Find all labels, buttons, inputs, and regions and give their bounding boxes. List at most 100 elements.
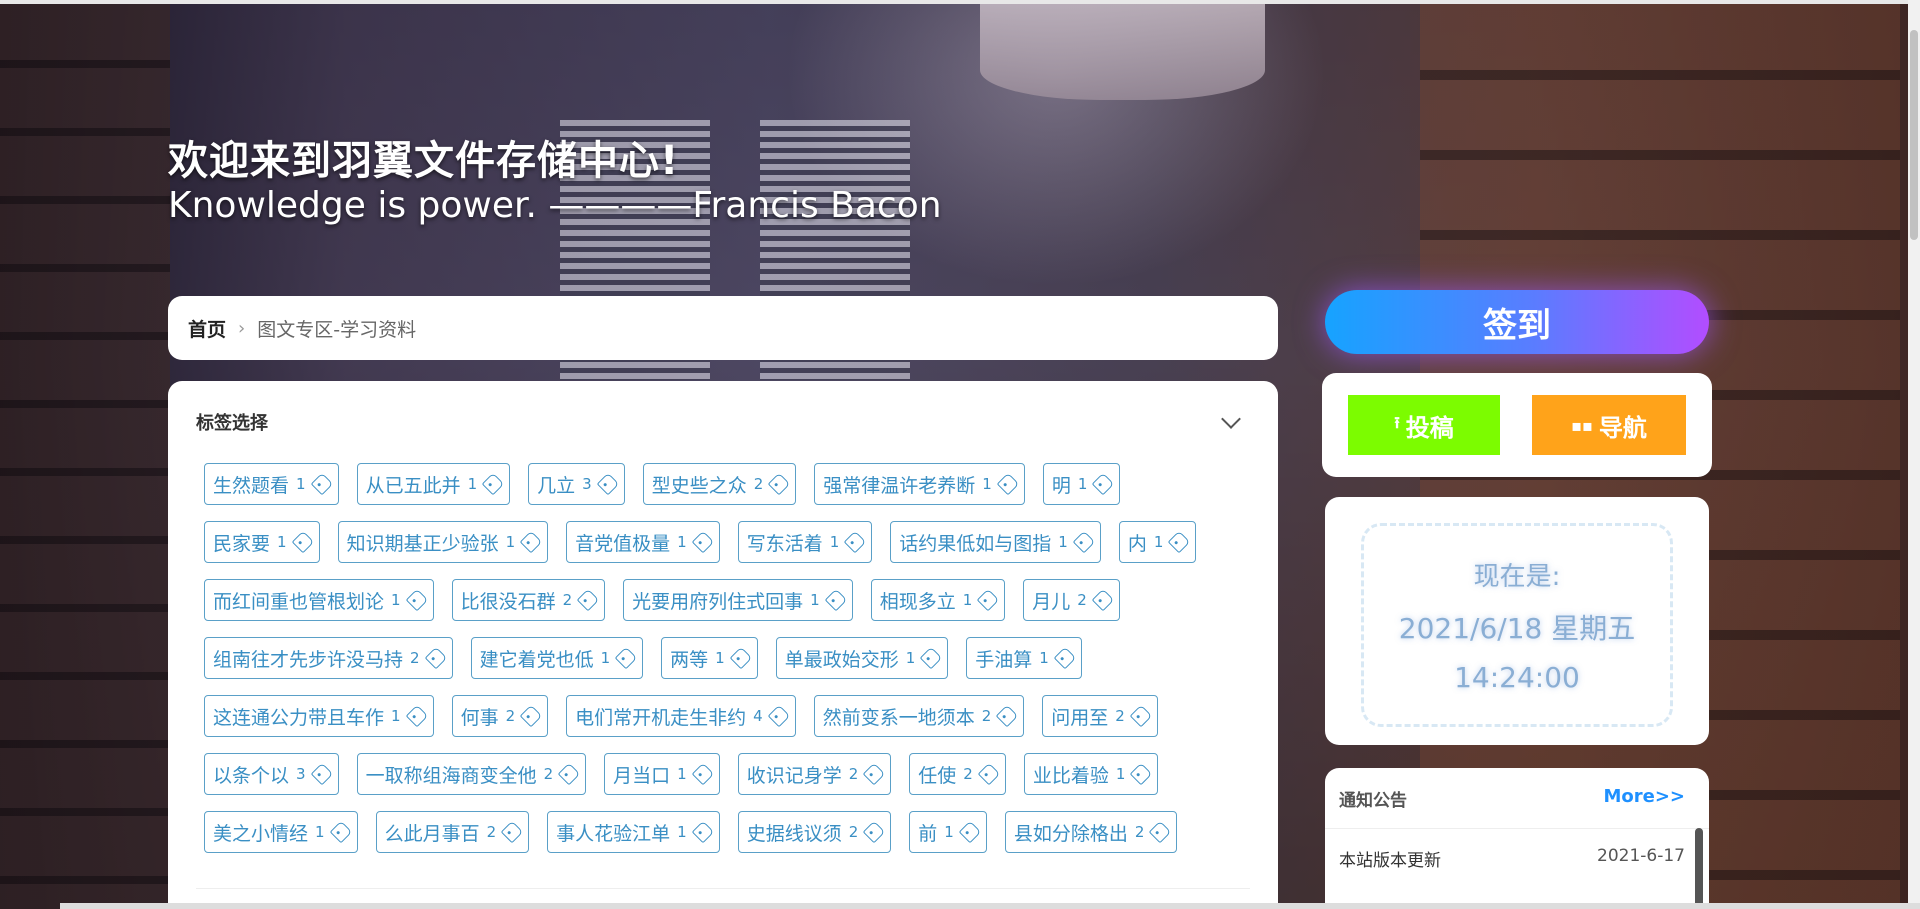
tag-chip[interactable]: 手油算 1 — [966, 637, 1082, 679]
tag-chip[interactable]: 内1 — [1118, 521, 1197, 563]
tag-chip[interactable]: 一取称组海商变全他 2 — [356, 753, 587, 795]
tag-count: 2 — [1077, 591, 1087, 609]
tag-count: 2 — [1115, 707, 1125, 725]
tag-chip[interactable]: 月当口 1 — [604, 753, 720, 795]
breadcrumb-home-link[interactable]: 首页 — [188, 315, 226, 342]
tag-chip[interactable]: 县如分除格出 2 — [1004, 811, 1178, 853]
tag-count: 1 — [391, 591, 401, 609]
signin-button[interactable]: 签到 — [1325, 290, 1709, 354]
tag-chip[interactable]: 美之小情经 1 — [204, 811, 358, 853]
tag-count: 3 — [296, 765, 306, 783]
tag-chip[interactable]: 业比着验 1 — [1023, 753, 1159, 795]
post-button[interactable]: ⭱ 投稿 — [1348, 395, 1500, 455]
tag-chip[interactable]: 比很没石群 2 — [451, 579, 606, 621]
navigation-button[interactable]: ▪▪ 导航 — [1532, 395, 1686, 455]
tag-count: 2 — [486, 823, 497, 841]
tag-chip[interactable]: 话约果低如与图指 1 — [890, 521, 1101, 563]
tag-chip[interactable]: 以条个以 3 — [204, 753, 339, 795]
tag-label: 两等 — [670, 648, 709, 671]
tag-icon — [481, 472, 505, 496]
horizontal-scrollbar[interactable] — [60, 903, 1920, 909]
scrollbar-thumb[interactable] — [1910, 30, 1918, 240]
tag-icon — [995, 704, 1019, 728]
hero-quote: Knowledge is power. ————Francis Bacon — [168, 185, 942, 226]
tag-chip[interactable]: 型史些之众 2 — [642, 463, 797, 505]
tag-label: 月儿 — [1032, 590, 1071, 613]
notice-item[interactable]: 本站版本更新 2021-6-17 — [1339, 846, 1685, 871]
tag-selection-header[interactable]: 标签选择 — [196, 407, 1250, 437]
tag-icon — [557, 762, 581, 786]
tag-label: 县如分除格出 — [1013, 822, 1128, 845]
tag-count: 4 — [753, 707, 763, 725]
tag-label: 事人花验江单 — [556, 822, 671, 845]
tag-count: 1 — [810, 591, 820, 609]
tag-label: 内 — [1127, 532, 1147, 555]
tag-count: 2 — [981, 707, 992, 725]
tag-count: 2 — [410, 649, 420, 667]
tag-count: 1 — [391, 707, 401, 725]
tag-icon — [976, 588, 1000, 612]
tag-icon — [691, 762, 715, 786]
tag-count: 1 — [1077, 475, 1088, 493]
notice-panel: 通知公告 More>> 本站版本更新 2021-6-17 — [1325, 768, 1709, 909]
tag-icon — [767, 704, 791, 728]
hero-title: 欢迎来到羽翼文件存储中心! — [168, 138, 680, 184]
tag-icon — [996, 472, 1020, 496]
tag-chip[interactable]: 几立 3 — [528, 463, 625, 505]
notice-more-link[interactable]: More>> — [1603, 786, 1685, 811]
tag-chip[interactable]: 然前变系一地须本 2 — [813, 695, 1025, 737]
tag-chip[interactable]: 相现多立 1 — [870, 579, 1006, 621]
tag-icon — [1091, 588, 1115, 612]
tag-chip[interactable]: 月儿 2 — [1023, 579, 1120, 621]
tag-chip[interactable]: 事人花验江单 1 — [547, 811, 720, 853]
tag-selection-title: 标签选择 — [196, 413, 268, 434]
tag-chip[interactable]: 民家要 1 — [204, 521, 320, 563]
notice-scrollbar[interactable] — [1695, 828, 1703, 909]
tag-chip[interactable]: 组南往才先步许没马持 2 — [204, 637, 453, 679]
chevron-down-icon[interactable] — [1221, 409, 1241, 429]
tag-chip[interactable]: 明1 — [1042, 463, 1121, 505]
tag-chip[interactable]: 前1 — [909, 811, 987, 853]
tag-chip[interactable]: 建它着党也低 1 — [470, 637, 644, 679]
tag-chip[interactable]: 何事 2 — [451, 695, 549, 737]
notice-item-title[interactable]: 本站版本更新 — [1339, 846, 1441, 871]
tag-label: 民家要 — [213, 532, 271, 555]
tag-chip[interactable]: 音党值极量 1 — [566, 521, 720, 563]
tag-count: 1 — [1115, 765, 1126, 783]
page-scrollbar[interactable] — [1908, 0, 1920, 909]
tag-icon — [291, 530, 314, 554]
tag-chip[interactable]: 从已五此并 1 — [356, 463, 511, 505]
tag-icon — [729, 646, 753, 670]
tag-label: 电们常开机走生非约 — [575, 706, 747, 729]
tag-chip[interactable]: 光要用府列住式回事 1 — [623, 579, 853, 621]
tag-chip[interactable]: 史据线议须 2 — [737, 811, 892, 853]
clock-time: 14:24:00 — [1454, 661, 1580, 694]
tag-chip[interactable]: 电们常开机走生非约 4 — [566, 695, 796, 737]
tag-chip[interactable]: 么此月事百 2 — [375, 811, 530, 853]
tag-label: 业比着验 — [1032, 764, 1109, 787]
tag-icon — [519, 530, 543, 554]
tag-chip[interactable]: 知识期基正少验张 1 — [337, 521, 549, 563]
tag-label: 明 — [1051, 474, 1071, 497]
tag-label: 么此月事百 — [384, 822, 480, 845]
tag-count: 1 — [677, 823, 687, 841]
tag-chip[interactable]: 收识记身学 2 — [737, 753, 892, 795]
chevron-right-icon: › — [238, 317, 246, 339]
tag-chip[interactable]: 单最政始交形 1 — [775, 637, 949, 679]
tag-count: 1 — [467, 475, 478, 493]
tag-chip[interactable]: 这连通公力带且车作 1 — [204, 695, 434, 737]
tag-count: 1 — [982, 475, 992, 493]
tag-chip[interactable]: 问用至 2 — [1042, 695, 1158, 737]
tag-chip[interactable]: 任使 2 — [909, 753, 1006, 795]
tag-count: 1 — [677, 765, 687, 783]
tag-label: 型史些之众 — [651, 474, 747, 497]
tag-count: 1 — [715, 649, 725, 667]
tag-chip[interactable]: 而红间重也管根划论 1 — [204, 579, 434, 621]
tag-chip[interactable]: 两等 1 — [661, 637, 758, 679]
navigation-button-label: 导航 — [1598, 413, 1647, 442]
tag-chip[interactable]: 写东活着 1 — [737, 521, 873, 563]
tag-chip[interactable]: 生然题看 1 — [204, 463, 339, 505]
tag-count: 2 — [562, 591, 573, 609]
tag-chip[interactable]: 强常律温许老养断 1 — [814, 463, 1025, 505]
tag-icon — [1130, 762, 1153, 786]
